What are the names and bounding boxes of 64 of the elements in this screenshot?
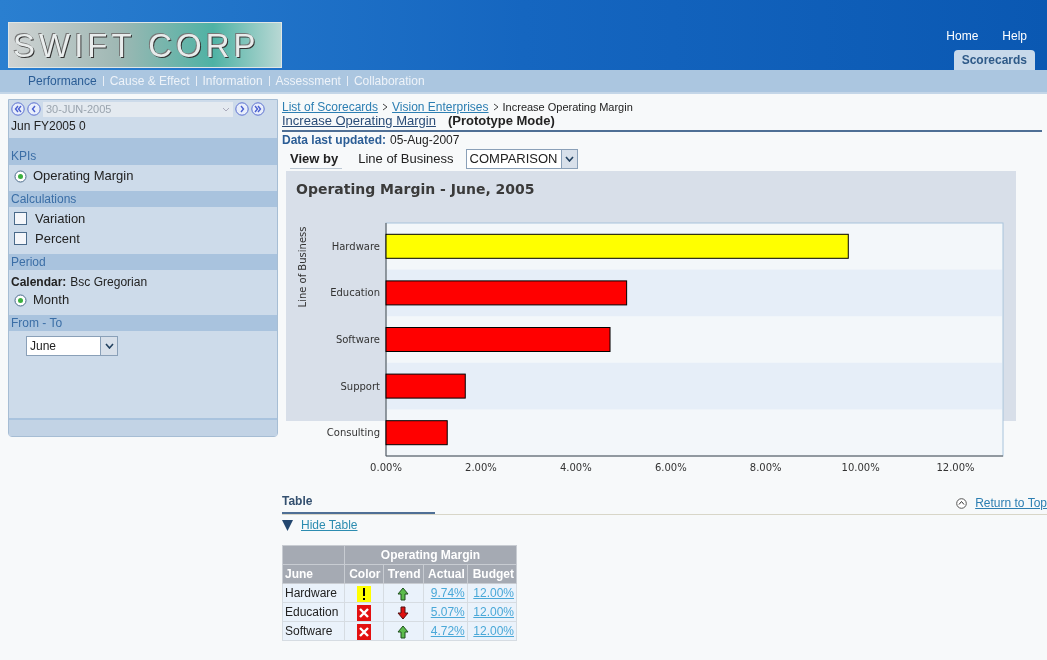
tick-label: 12.00% bbox=[936, 462, 975, 473]
global-link[interactable]: Home bbox=[946, 27, 979, 45]
column-header: Color bbox=[344, 564, 384, 584]
bar bbox=[385, 420, 448, 446]
option-label: Month bbox=[33, 291, 70, 310]
previous-icon[interactable] bbox=[27, 102, 41, 116]
view-select[interactable]: COMPARISON bbox=[465, 149, 579, 169]
tick-label: 10.00% bbox=[841, 462, 880, 473]
section-title: Table bbox=[282, 492, 435, 514]
breadcrumb-link[interactable]: List of Scorecards bbox=[282, 98, 379, 116]
nav-link[interactable]: Performance bbox=[28, 72, 97, 90]
checkbox[interactable] bbox=[14, 212, 27, 225]
section-header: Calculations bbox=[9, 191, 277, 207]
updated-value: 05-Aug-2007 bbox=[390, 131, 460, 149]
caret-icon bbox=[104, 343, 114, 349]
first-icon[interactable] bbox=[11, 102, 25, 116]
breadcrumb-link[interactable]: Vision Enterprises bbox=[392, 98, 489, 116]
next-icon[interactable] bbox=[235, 102, 249, 116]
column-header: Trend bbox=[383, 564, 424, 584]
tick-label: 8.00% bbox=[749, 462, 782, 473]
category-label: Hardware bbox=[331, 240, 380, 252]
category-label: Education bbox=[330, 287, 380, 299]
tick-label: 4.00% bbox=[559, 462, 592, 473]
caret-icon bbox=[565, 156, 575, 162]
column-header: June bbox=[282, 564, 345, 584]
checkbox[interactable] bbox=[14, 232, 27, 245]
category-label: Support bbox=[340, 380, 380, 392]
row-header: Hardware bbox=[282, 583, 345, 603]
tick-label: 6.00% bbox=[654, 462, 687, 473]
updated-label: Data last updated: bbox=[282, 131, 386, 149]
column-header: Budget bbox=[467, 564, 517, 584]
last-icon[interactable] bbox=[251, 102, 265, 116]
chevron-icon bbox=[492, 103, 499, 111]
tab[interactable]: Scorecards bbox=[953, 50, 1035, 70]
option-label: Percent bbox=[35, 229, 80, 248]
category-label: Consulting bbox=[326, 427, 380, 439]
category-label: Software bbox=[335, 334, 380, 345]
tick-label: 2.00% bbox=[465, 462, 497, 473]
row-header: Software bbox=[282, 621, 345, 641]
column-header: Actual bbox=[423, 564, 468, 584]
radio-button[interactable] bbox=[14, 293, 27, 307]
dimension-label: Line of Business bbox=[358, 150, 454, 169]
chevron-icon bbox=[382, 103, 389, 111]
breadcrumb-current: Increase Operating Margin bbox=[502, 99, 633, 115]
chart-title: Operating Margin - June, 2005 bbox=[296, 181, 535, 197]
column-group-header: Operating Margin bbox=[344, 545, 517, 565]
row-header: Education bbox=[282, 602, 345, 622]
month-select[interactable]: June bbox=[26, 336, 118, 356]
view-by-label: View by bbox=[290, 148, 343, 170]
axis-title: Line of Business bbox=[297, 226, 308, 308]
option-label: Variation bbox=[35, 209, 86, 228]
global-link[interactable]: Help bbox=[1002, 27, 1027, 45]
hide-table-link[interactable]: Hide Table bbox=[301, 516, 358, 534]
option-label: Operating Margin bbox=[33, 167, 134, 186]
tick-label: 0.00% bbox=[370, 462, 402, 473]
field-label: Calendar: bbox=[11, 274, 67, 289]
section-header: KPIs bbox=[9, 138, 277, 165]
section-header: Period bbox=[9, 254, 277, 270]
period-name: Jun FY2005 0 bbox=[10, 118, 87, 134]
field-value: Bsc Gregorian bbox=[70, 274, 148, 289]
caret-icon bbox=[222, 106, 230, 112]
section-header: From - To bbox=[9, 315, 277, 331]
radio-button[interactable] bbox=[14, 169, 27, 183]
return-to-top-link[interactable]: Return to Top bbox=[975, 494, 1047, 512]
